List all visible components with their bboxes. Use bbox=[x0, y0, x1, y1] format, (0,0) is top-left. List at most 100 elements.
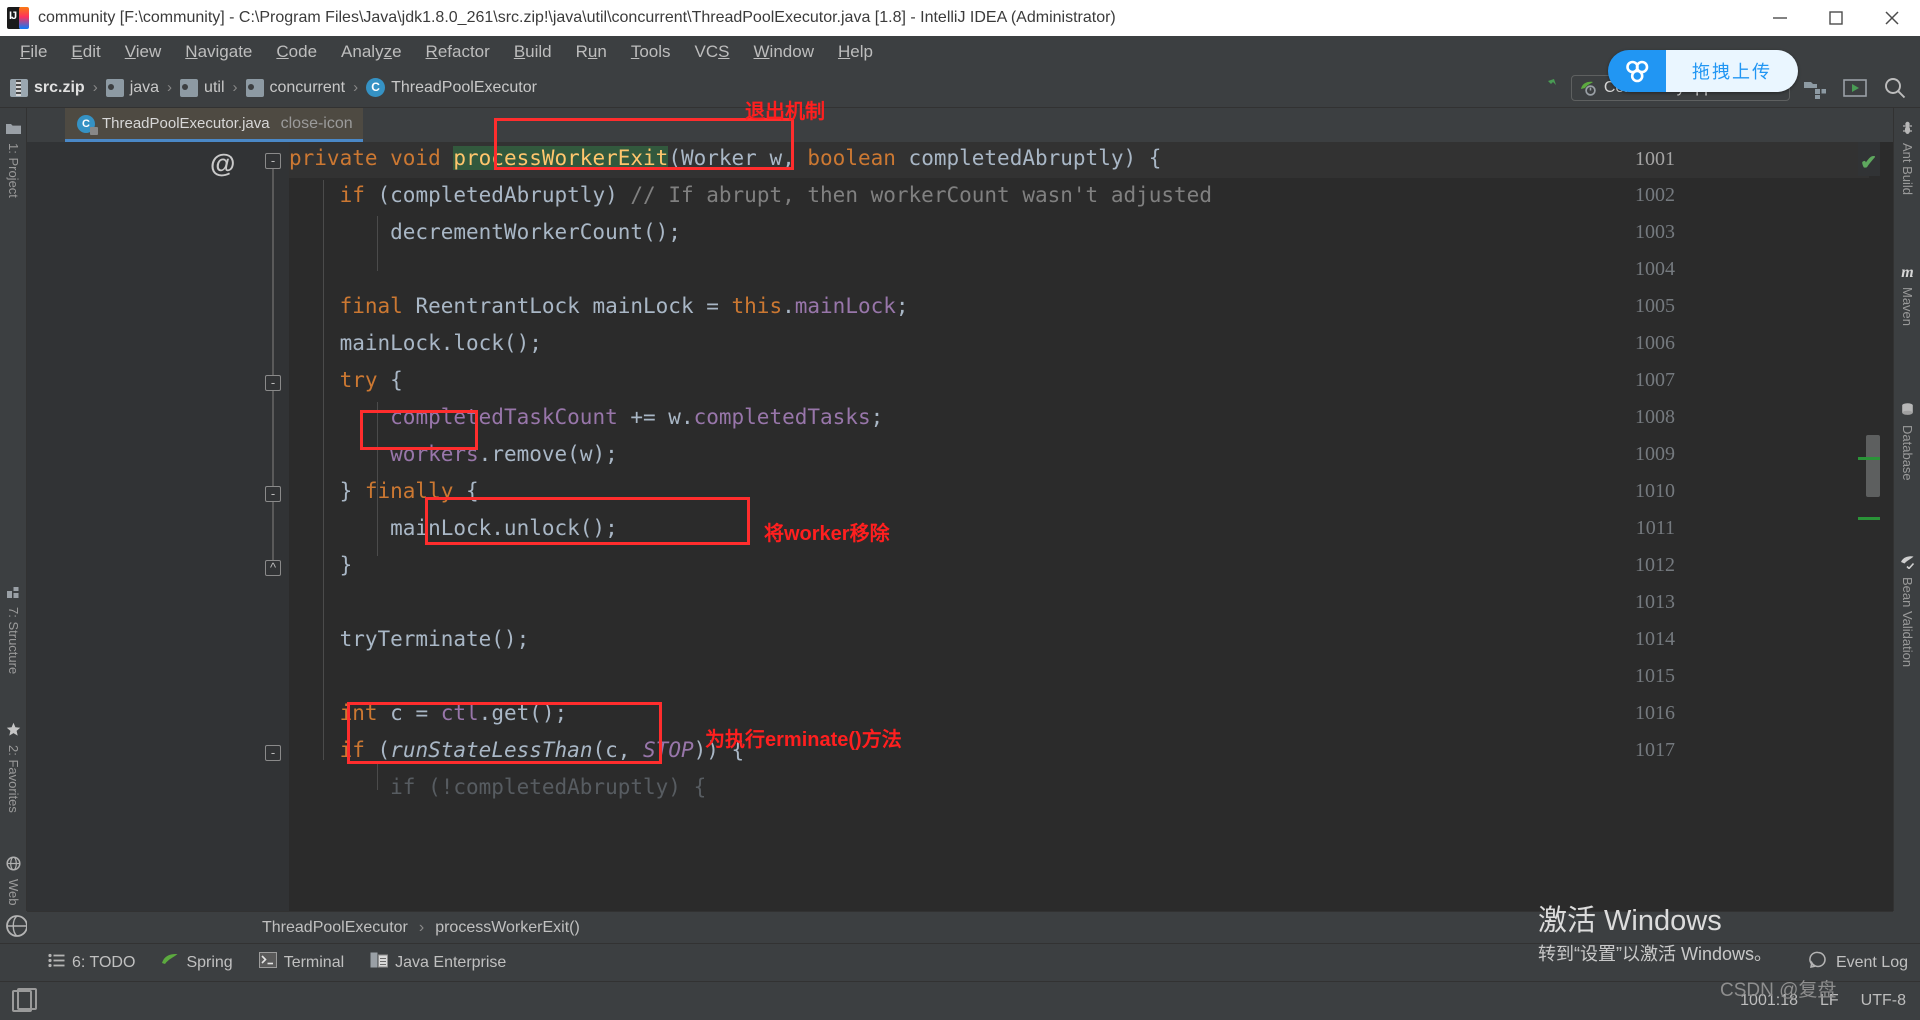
menu-build[interactable]: Build bbox=[502, 39, 564, 65]
sidebar-item-project[interactable]: 1: Project bbox=[0, 116, 27, 198]
bottom-item-todo[interactable]: 6: TODO bbox=[48, 953, 135, 973]
zip-icon bbox=[10, 78, 28, 97]
code-line-1012: } bbox=[289, 553, 353, 577]
sidebar-item-label: 2: Favorites bbox=[6, 745, 21, 813]
menu-code[interactable]: Code bbox=[264, 39, 329, 65]
menu-help[interactable]: Help bbox=[826, 39, 885, 65]
event-log-icon bbox=[1808, 950, 1828, 975]
fold-marker[interactable]: - bbox=[265, 375, 281, 391]
folder-icon bbox=[245, 78, 264, 97]
editor-scrollbar-thumb[interactable] bbox=[1866, 435, 1880, 497]
fold-marker[interactable]: - bbox=[265, 486, 281, 502]
folder-icon bbox=[105, 78, 124, 97]
code-line-1005: final ReentrantLock mainLock = this.main… bbox=[339, 294, 909, 318]
minimize-button[interactable] bbox=[1752, 0, 1808, 36]
breadcrumb-item-concurrent[interactable]: concurrent bbox=[245, 78, 345, 97]
breadcrumb-separator: › bbox=[353, 79, 359, 96]
sidebar-item-web[interactable]: Web bbox=[0, 850, 27, 906]
code-line-1016: int c = ctl.get(); bbox=[339, 701, 568, 725]
java-ee-icon bbox=[370, 952, 389, 973]
sidebar-item-ant-build[interactable]: Ant Build bbox=[1894, 114, 1920, 195]
sidebar-item-bean-validation[interactable]: Bean Validation bbox=[1894, 548, 1920, 667]
maximize-button[interactable] bbox=[1808, 0, 1864, 36]
vcs-change-marker[interactable] bbox=[1858, 457, 1880, 460]
menu-view[interactable]: View bbox=[113, 39, 174, 65]
baidu-upload-label: 拖拽上传 bbox=[1666, 50, 1798, 92]
code-line-1011: mainLock.unlock(); bbox=[289, 516, 618, 540]
breadcrumb-class[interactable]: ThreadPoolExecutor bbox=[262, 919, 408, 937]
todo-icon bbox=[48, 953, 65, 973]
fold-region-line bbox=[272, 169, 274, 574]
breadcrumb-method[interactable]: processWorkerExit() bbox=[435, 919, 580, 937]
run-icon[interactable] bbox=[1840, 74, 1870, 102]
check-icon: ✔ bbox=[1860, 152, 1877, 174]
menu-tools[interactable]: Tools bbox=[619, 39, 683, 65]
editor-tab-threadpoolexecutor[interactable]: C ThreadPoolExecutor.java close-icon bbox=[65, 108, 363, 142]
code-line-1003: decrementWorkerCount(); bbox=[289, 220, 681, 244]
project-structure-icon[interactable] bbox=[1800, 74, 1830, 102]
stack-icon[interactable] bbox=[12, 988, 37, 1012]
close-icon[interactable]: close-icon bbox=[281, 115, 353, 133]
sidebar-item-label: Database bbox=[1900, 425, 1915, 481]
class-icon: C bbox=[366, 78, 386, 97]
fold-marker[interactable]: ^ bbox=[265, 560, 281, 576]
breadcrumb-label: src.zip bbox=[34, 78, 85, 96]
bottom-item-spring[interactable]: Spring bbox=[161, 952, 233, 973]
breadcrumb-label: ThreadPoolExecutor bbox=[391, 78, 537, 96]
menu-vcs[interactable]: VCS bbox=[683, 39, 742, 65]
baidu-netdisk-upload-button[interactable]: 拖拽上传 bbox=[1608, 50, 1798, 92]
search-icon[interactable] bbox=[1880, 74, 1910, 102]
breadcrumb-item-src-zip[interactable]: src.zip bbox=[10, 78, 85, 97]
editor-gutter[interactable]: @ bbox=[27, 142, 289, 911]
menu-window[interactable]: Window bbox=[742, 39, 826, 65]
try-terminate-note: 为执行erminate()方法 bbox=[705, 729, 902, 751]
database-icon bbox=[1900, 402, 1915, 420]
bottom-item-label: Java Enterprise bbox=[395, 953, 507, 971]
code-canvas[interactable]: @ 1001 1002 1003 1004 1005 1006 1007 100… bbox=[27, 142, 1893, 911]
vcs-change-marker[interactable] bbox=[1858, 517, 1880, 520]
code-line-1017: if (runStateLessThan(c, STOP)) { bbox=[339, 738, 745, 762]
spring-boot-icon bbox=[1579, 79, 1597, 97]
folder-icon bbox=[180, 78, 199, 97]
breadcrumb-separator: › bbox=[167, 79, 173, 96]
fold-marker[interactable]: - bbox=[265, 153, 281, 169]
sidebar-item-structure[interactable]: 7: Structure bbox=[0, 580, 27, 674]
sidebar-item-label: Ant Build bbox=[1900, 143, 1915, 196]
structure-icon bbox=[6, 586, 21, 602]
bottom-item-terminal[interactable]: Terminal bbox=[258, 952, 344, 973]
breadcrumb-label: util bbox=[204, 78, 225, 96]
menu-run[interactable]: Run bbox=[564, 39, 619, 65]
event-log-button[interactable]: Event Log bbox=[1808, 950, 1920, 975]
menu-file[interactable]: File bbox=[8, 39, 59, 65]
menu-edit[interactable]: Edit bbox=[59, 39, 112, 65]
breadcrumb-item-java[interactable]: java bbox=[105, 78, 159, 97]
breadcrumb-item-threadpoolexecutor[interactable]: C ThreadPoolExecutor bbox=[366, 78, 537, 97]
sidebar-item-maven[interactable]: m Maven bbox=[1894, 258, 1920, 326]
sidebar-item-label: Maven bbox=[1900, 287, 1915, 327]
hammer-icon[interactable] bbox=[1535, 75, 1561, 101]
annotation-marker-icon[interactable]: @ bbox=[210, 150, 235, 176]
folder-icon bbox=[6, 122, 21, 138]
fold-marker[interactable]: - bbox=[265, 745, 281, 761]
sidebar-item-favorites[interactable]: 2: Favorites bbox=[0, 716, 27, 813]
bottom-item-java-enterprise[interactable]: Java Enterprise bbox=[370, 952, 506, 973]
editor-tab-strip: C ThreadPoolExecutor.java close-icon bbox=[27, 108, 1893, 142]
breadcrumb-item-util[interactable]: util bbox=[180, 78, 225, 97]
baidu-netdisk-icon bbox=[1608, 50, 1666, 92]
file-encoding[interactable]: UTF-8 bbox=[1861, 992, 1906, 1010]
source-code[interactable]: private void processWorkerExit(Worker w,… bbox=[289, 142, 1859, 911]
star-icon bbox=[6, 722, 21, 740]
menu-analyze[interactable]: Analyze bbox=[329, 39, 414, 65]
close-button[interactable] bbox=[1864, 0, 1920, 36]
class-icon: C bbox=[77, 114, 98, 135]
code-line-1002: if (completedAbruptly) // If abrupt, the… bbox=[339, 183, 1212, 207]
code-line-1014: tryTerminate(); bbox=[289, 627, 530, 651]
menu-navigate[interactable]: Navigate bbox=[173, 39, 264, 65]
right-tool-window-bar: Ant Build m Maven Database Bean Validati… bbox=[1893, 108, 1920, 911]
bean-icon bbox=[1900, 554, 1915, 572]
sidebar-item-database[interactable]: Database bbox=[1894, 396, 1920, 481]
maven-icon: m bbox=[1901, 264, 1914, 281]
code-line-1018: if (!completedAbruptly) { bbox=[289, 775, 707, 799]
menu-refactor[interactable]: Refactor bbox=[414, 39, 502, 65]
window-title: community [F:\community] - C:\Program Fi… bbox=[38, 9, 1116, 26]
